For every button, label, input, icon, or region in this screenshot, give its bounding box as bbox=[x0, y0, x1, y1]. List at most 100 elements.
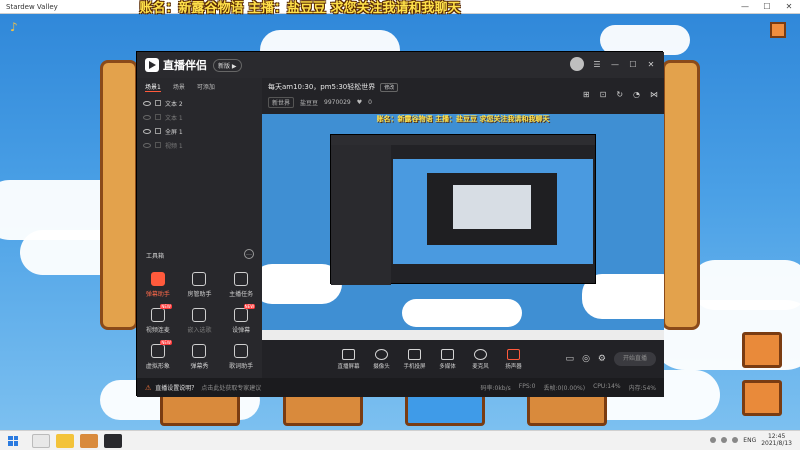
minimize-icon[interactable]: — bbox=[610, 60, 620, 69]
close-icon[interactable]: ✕ bbox=[646, 60, 656, 69]
game-tile[interactable] bbox=[283, 392, 363, 426]
control-bar-right: ▭ ◎ ⚙ 开始直播 bbox=[566, 352, 656, 366]
source-item[interactable]: 文本 1 bbox=[143, 110, 262, 124]
new-badge: NEW bbox=[160, 340, 172, 345]
tool-label: 歌词助手 bbox=[229, 363, 254, 370]
control-media[interactable]: 多媒体 bbox=[431, 348, 464, 370]
stream-stats: 码率:0kb/s FPS:0 丢帧:0(0.00%) CPU:14% 内存:54… bbox=[480, 383, 656, 392]
bell-icon[interactable]: ◔ bbox=[633, 90, 640, 99]
cloud bbox=[402, 299, 522, 327]
lock-icon[interactable]: ⊡ bbox=[600, 90, 607, 99]
avatar[interactable] bbox=[570, 57, 584, 71]
new-badge: NEW bbox=[160, 304, 172, 309]
control-label: 麦克风 bbox=[472, 363, 489, 370]
control-screen[interactable]: 直播屏幕 bbox=[332, 348, 365, 370]
tool-room-admin[interactable]: 房管助手 bbox=[179, 272, 221, 298]
source-item[interactable]: 全屏 1 bbox=[143, 124, 262, 138]
expert-advice-link[interactable]: 点击此处获取专家建议 bbox=[201, 383, 261, 392]
preview-app-window bbox=[330, 134, 596, 285]
game-tile[interactable] bbox=[405, 392, 485, 426]
tool-song-pick[interactable]: 嵌入选歌 bbox=[179, 308, 221, 334]
edition-badge[interactable]: 新版 ▶ bbox=[213, 58, 242, 72]
start-live-button[interactable]: 开始直播 bbox=[614, 352, 656, 366]
source-label: 文本 1 bbox=[165, 114, 183, 122]
tool-label: 弹幕助手 bbox=[145, 291, 170, 298]
control-speaker[interactable]: 扬声器 bbox=[497, 348, 530, 370]
overlay-banner: 账名：新露谷物语 主播：盐豆豆 求您关注我请和我聊天 bbox=[139, 1, 461, 16]
tool-host-task[interactable]: 主播任务 bbox=[220, 272, 262, 298]
game-tile[interactable] bbox=[527, 392, 607, 426]
source-item[interactable]: 文本 2 bbox=[143, 96, 262, 110]
control-camera[interactable]: 摄像头 bbox=[365, 348, 398, 370]
wood-frame-right bbox=[662, 60, 700, 330]
stat-bitrate: 码率:0kb/s bbox=[480, 385, 511, 392]
clock[interactable]: 12:45 2021/8/13 bbox=[761, 433, 792, 447]
room-info: 每天am10:30，pm5:30轻松世界 修改 新世界 盐豆豆 9970029 … bbox=[262, 78, 664, 114]
game-tile[interactable] bbox=[160, 392, 240, 426]
record-icon[interactable]: ▭ bbox=[566, 354, 575, 364]
windows-logo-icon bbox=[8, 435, 18, 446]
maximize-icon[interactable]: ☐ bbox=[628, 60, 638, 69]
setup-question[interactable]: 直播设置说明？ bbox=[155, 383, 197, 392]
edit-title-button[interactable]: 修改 bbox=[380, 82, 399, 92]
tray-icon[interactable] bbox=[721, 437, 728, 443]
preview-app-header bbox=[331, 135, 595, 145]
tool-avatar[interactable]: NEW 虚拟形象 bbox=[137, 340, 179, 370]
tab-add[interactable]: 可添加 bbox=[197, 82, 215, 92]
tool-set-danmu[interactable]: NEW 设弹幕 bbox=[220, 304, 262, 334]
game-corner-box[interactable] bbox=[770, 22, 786, 38]
language-indicator[interactable]: ENG bbox=[743, 437, 756, 444]
eye-icon[interactable] bbox=[143, 114, 151, 120]
tab-scene[interactable]: 场景 bbox=[173, 82, 185, 92]
menu-icon[interactable]: ☰ bbox=[592, 60, 602, 69]
start-button[interactable] bbox=[0, 431, 26, 450]
category-chip[interactable]: 新世界 bbox=[268, 97, 295, 108]
like-count: 0 bbox=[368, 99, 372, 106]
stardew-app-icon[interactable] bbox=[80, 433, 98, 448]
monitor-icon bbox=[342, 348, 355, 360]
tool-label: 视频连麦 bbox=[145, 327, 170, 334]
eye-icon[interactable] bbox=[143, 128, 151, 134]
refresh-icon[interactable]: ↻ bbox=[616, 90, 623, 99]
game-side-box[interactable] bbox=[742, 332, 782, 368]
stat-fps: FPS:0 bbox=[518, 383, 536, 390]
stat-memory: 内存:54% bbox=[628, 385, 656, 392]
eye-icon[interactable] bbox=[143, 100, 151, 106]
stream-preview[interactable]: 账名：新露谷物语 主播：盐豆豆 求您关注我请和我聊天 bbox=[262, 114, 664, 340]
tray-icon[interactable] bbox=[710, 437, 717, 443]
share-icon[interactable]: ⊞ bbox=[583, 90, 590, 99]
gear-icon[interactable]: ⚙ bbox=[598, 354, 606, 364]
control-mic[interactable]: 麦克风 bbox=[464, 348, 497, 370]
control-phone-cast[interactable]: 手机投屏 bbox=[398, 348, 431, 370]
warning-icon: ⚠ bbox=[145, 383, 152, 392]
tray-icon[interactable] bbox=[732, 437, 739, 443]
chat-icon bbox=[192, 344, 207, 358]
folder-icon[interactable] bbox=[56, 433, 74, 448]
eye-icon[interactable] bbox=[143, 142, 151, 148]
circle-icon[interactable]: ◎ bbox=[582, 354, 590, 364]
lock-icon[interactable] bbox=[155, 142, 161, 148]
game-side-box[interactable] bbox=[742, 380, 782, 416]
room-title: 每天am10:30，pm5:30轻松世界 bbox=[268, 83, 376, 91]
camera-icon bbox=[375, 348, 388, 360]
tool-video-link[interactable]: NEW 视频连麦 bbox=[137, 304, 179, 334]
lock-icon[interactable] bbox=[155, 100, 161, 106]
link-icon[interactable]: ⋈ bbox=[650, 90, 658, 99]
tool-danmu-helper[interactable]: 弹幕助手 bbox=[137, 272, 179, 298]
more-icon[interactable]: … bbox=[244, 249, 254, 259]
streaming-app-icon[interactable] bbox=[104, 433, 122, 448]
cloud bbox=[690, 260, 800, 310]
task-icon bbox=[234, 272, 249, 286]
source-item[interactable]: 视频 1 bbox=[143, 138, 262, 152]
taskbar-app-icon[interactable] bbox=[32, 433, 50, 448]
app-statusbar: ⚠ 直播设置说明？ 点击此处获取专家建议 码率:0kb/s FPS:0 丢帧:0… bbox=[137, 378, 664, 397]
lock-icon[interactable] bbox=[155, 114, 161, 120]
tab-scene-1[interactable]: 场景1 bbox=[145, 82, 161, 92]
header-actions: ☰ — ☐ ✕ bbox=[570, 57, 656, 71]
tool-danmu-show[interactable]: 弹幕秀 bbox=[179, 344, 221, 370]
tool-lyrics[interactable]: 歌词助手 bbox=[220, 344, 262, 370]
lock-icon[interactable] bbox=[155, 128, 161, 134]
music-note-icon[interactable]: ♪ bbox=[10, 20, 24, 34]
preview-nested-screen bbox=[453, 185, 531, 229]
control-label: 手机投屏 bbox=[403, 363, 426, 370]
